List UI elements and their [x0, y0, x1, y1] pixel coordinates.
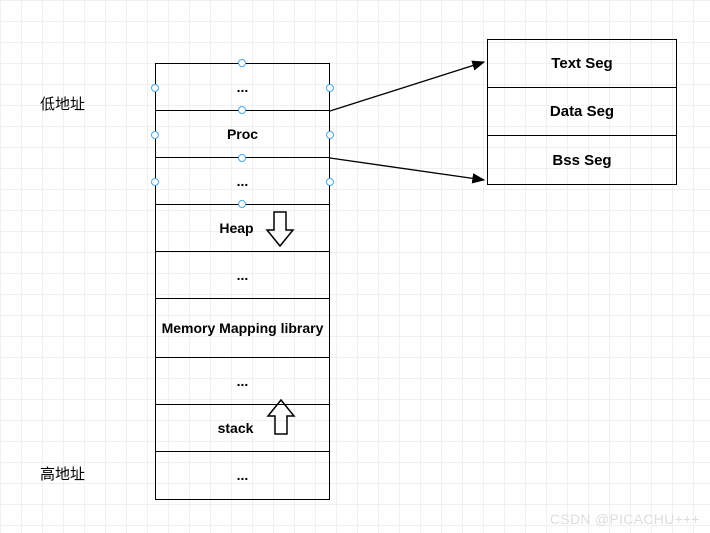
stack-up-arrow-icon: [266, 398, 296, 436]
mem-row-ellipsis-top: ...: [156, 64, 329, 111]
selection-handle-icon: [238, 106, 246, 114]
heap-down-arrow-icon: [265, 210, 295, 248]
mem-row-ellipsis-3: ...: [156, 252, 329, 299]
mem-row-mmap: Memory Mapping library: [156, 299, 329, 358]
low-address-label: 低地址: [40, 93, 85, 114]
seg-row-data: Data Seg: [488, 88, 676, 136]
watermark-text: CSDN @PICACHU+++: [550, 511, 700, 527]
memory-layout-table: ... Proc ... Heap ... Memory Mapping lib…: [155, 63, 330, 500]
seg-row-text: Text Seg: [488, 40, 676, 88]
selection-handle-icon: [151, 84, 159, 92]
selection-handle-icon: [326, 84, 334, 92]
segment-table: Text Seg Data Seg Bss Seg: [487, 39, 677, 185]
stack-label: stack: [218, 419, 254, 437]
mem-row-stack: stack: [156, 405, 329, 452]
mem-row-ellipsis-bottom: ...: [156, 452, 329, 499]
selection-handle-icon: [238, 59, 246, 67]
selection-handle-icon: [238, 154, 246, 162]
mem-row-proc: Proc: [156, 111, 329, 158]
selection-handle-icon: [238, 200, 246, 208]
selection-handle-icon: [326, 178, 334, 186]
selection-handle-icon: [326, 131, 334, 139]
seg-row-bss: Bss Seg: [488, 136, 676, 184]
mem-row-ellipsis-4: ...: [156, 358, 329, 405]
mem-row-heap: Heap: [156, 205, 329, 252]
heap-label: Heap: [219, 219, 253, 237]
mem-row-ellipsis-2: ...: [156, 158, 329, 205]
high-address-label: 高地址: [40, 463, 85, 484]
selection-handle-icon: [151, 131, 159, 139]
selection-handle-icon: [151, 178, 159, 186]
